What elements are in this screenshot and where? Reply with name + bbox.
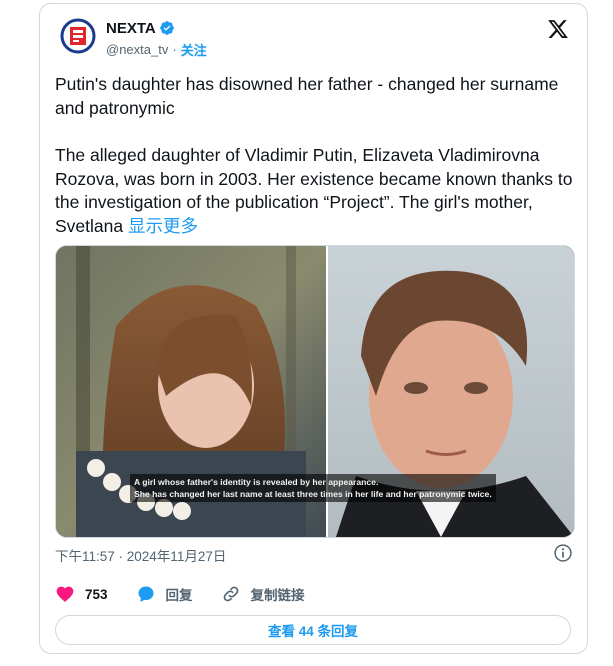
tweet-card: NEXTA @nexta_tv · 关注 Putin's daughter ha — [39, 3, 588, 654]
verified-badge-icon — [159, 20, 175, 36]
tweet-text: Putin's daughter has disowned her father… — [55, 73, 575, 238]
reply-bubble-icon — [138, 586, 154, 602]
caption-line-2: She has changed her last name at least t… — [134, 489, 492, 499]
reply-button[interactable]: 回复 — [136, 584, 193, 604]
like-count: 753 — [85, 586, 108, 602]
tweet-timestamp[interactable]: 下午11:57 · 2024年11月27日 — [55, 545, 226, 565]
tweet-header: NEXTA @nexta_tv · 关注 — [60, 18, 573, 66]
image-caption: A girl whose father's identity is reveal… — [130, 474, 496, 502]
tweet-media-image[interactable]: A girl whose father's identity is reveal… — [55, 245, 575, 538]
like-button[interactable]: 753 — [55, 584, 108, 604]
show-more-link[interactable]: 显示更多 — [128, 216, 198, 236]
tweet-headline: Putin's daughter has disowned her father… — [55, 74, 559, 118]
tweet-body-paragraph: The alleged daughter of Vladimir Putin, … — [55, 144, 575, 238]
author-handle[interactable]: @nexta_tv — [106, 42, 168, 57]
separator-dot: · — [172, 42, 177, 57]
x-logo-icon[interactable] — [547, 18, 569, 40]
author-display-name[interactable]: NEXTA — [106, 20, 156, 37]
author-info: NEXTA @nexta_tv · 关注 — [106, 18, 207, 59]
tweet-actions: 753 回复 复制链接 — [55, 580, 333, 608]
copy-link-label: 复制链接 — [250, 588, 305, 603]
heart-icon — [56, 586, 74, 602]
follow-button[interactable]: 关注 — [181, 40, 207, 59]
caption-line-1: A girl whose father's identity is reveal… — [134, 477, 379, 487]
nexta-logo-icon[interactable] — [60, 18, 96, 54]
timestamp-row: 下午11:57 · 2024年11月27日 — [55, 543, 573, 565]
info-icon[interactable] — [553, 543, 573, 563]
reply-label: 回复 — [165, 588, 193, 603]
copy-link-button[interactable]: 复制链接 — [221, 584, 305, 604]
view-replies-button[interactable]: 查看 44 条回复 — [55, 615, 571, 645]
link-icon — [223, 586, 238, 602]
